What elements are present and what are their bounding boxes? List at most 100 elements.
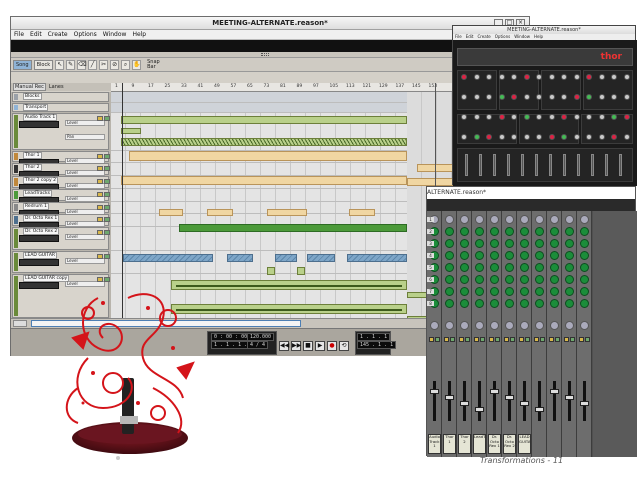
sequencer-lane[interactable] — [111, 92, 407, 103]
send-knob[interactable] — [445, 263, 454, 272]
channel-fader[interactable] — [475, 407, 484, 412]
send-knob[interactable] — [475, 251, 484, 260]
synth-slider[interactable] — [465, 154, 468, 176]
thor-title-bar[interactable]: MEETING-ALTERNATE.reason* — [453, 26, 635, 34]
magnify-tool-icon[interactable]: ⌕ — [121, 59, 131, 70]
synth-knob[interactable] — [473, 134, 480, 140]
send-knob[interactable] — [460, 215, 469, 224]
pan-knob[interactable] — [520, 321, 529, 330]
sequencer-clip[interactable] — [227, 254, 253, 262]
channel-solo-button[interactable] — [540, 337, 545, 342]
stop-button[interactable]: ■ — [303, 341, 313, 351]
pan-knob[interactable] — [490, 321, 499, 330]
track-header[interactable]: Transport — [12, 103, 109, 112]
send-knob[interactable] — [580, 299, 589, 308]
track-name[interactable]: Redrum 1 — [23, 203, 49, 210]
synth-knob[interactable] — [486, 114, 492, 120]
send-knob[interactable] — [580, 287, 589, 296]
record-button[interactable]: ● — [327, 341, 337, 351]
send-knob[interactable] — [535, 287, 544, 296]
synth-slider[interactable] — [479, 154, 482, 176]
sequencer-clip[interactable] — [307, 254, 335, 262]
pan-knob[interactable] — [565, 321, 574, 330]
mute-button[interactable] — [97, 230, 103, 235]
send-knob[interactable] — [475, 287, 484, 296]
solo-button[interactable] — [104, 154, 110, 159]
channel-mute-button[interactable] — [459, 337, 464, 342]
send-knob[interactable] — [565, 287, 574, 296]
send-knob[interactable] — [505, 275, 514, 284]
left-locator-display[interactable]: 1 . 1 . 1 — [357, 333, 391, 341]
solo-button[interactable] — [104, 230, 110, 235]
synth-knob[interactable] — [536, 94, 542, 100]
sequencer-clip[interactable] — [349, 209, 375, 216]
synth-knob[interactable] — [498, 114, 505, 120]
channel-fader[interactable] — [520, 401, 529, 406]
channel-name-label[interactable]: LeadTracks — [473, 434, 486, 454]
channel-fader[interactable] — [445, 395, 454, 400]
send-knob[interactable] — [490, 275, 499, 284]
send-knob[interactable] — [565, 227, 574, 236]
sequencer-clip[interactable] — [267, 209, 307, 216]
synth-knob[interactable] — [486, 94, 492, 100]
send-knob[interactable] — [580, 251, 589, 260]
sequencer-clip[interactable] — [121, 128, 141, 134]
send-knob[interactable] — [505, 215, 514, 224]
send-knob[interactable] — [580, 263, 589, 272]
synth-knob[interactable] — [598, 134, 605, 140]
send-knob[interactable] — [445, 215, 454, 224]
send-knob[interactable] — [490, 299, 499, 308]
send-knob[interactable] — [520, 287, 529, 296]
fast-forward-button[interactable]: ▶▶ — [291, 341, 301, 351]
synth-knob[interactable] — [486, 74, 492, 80]
channel-mute-button[interactable] — [444, 337, 449, 342]
send-knob[interactable] — [550, 215, 559, 224]
send-knob[interactable] — [490, 239, 499, 248]
sequencer-clip[interactable] — [159, 209, 183, 216]
synth-slider[interactable] — [577, 154, 580, 176]
channel-mute-button[interactable] — [579, 337, 584, 342]
synth-knob[interactable] — [461, 94, 467, 100]
channel-fader[interactable] — [460, 401, 469, 406]
send-knob[interactable] — [580, 239, 589, 248]
track-header[interactable]: Thor 1 Level — [12, 151, 110, 166]
synth-knob[interactable] — [498, 134, 505, 140]
send-knob[interactable] — [490, 287, 499, 296]
synth-knob[interactable] — [573, 74, 580, 80]
track-header[interactable]: Redrum 1 Level — [12, 202, 110, 217]
synth-knob[interactable] — [511, 74, 517, 80]
synth-knob[interactable] — [523, 134, 530, 140]
synth-knob[interactable] — [573, 94, 580, 100]
channel-mute-button[interactable] — [564, 337, 569, 342]
rewind-button[interactable]: ◀◀ — [279, 341, 289, 351]
synth-knob[interactable] — [511, 94, 517, 100]
synth-knob[interactable] — [473, 114, 480, 120]
channel-fader[interactable] — [430, 389, 439, 394]
send-knob[interactable] — [535, 275, 544, 284]
sequencer-clip[interactable] — [123, 254, 213, 262]
send-knob[interactable] — [505, 287, 514, 296]
send-knob[interactable] — [475, 263, 484, 272]
send-knob[interactable] — [475, 227, 484, 236]
synth-slider[interactable] — [507, 154, 510, 176]
hand-tool-icon[interactable]: ✋ — [132, 59, 142, 70]
send-knob[interactable] — [550, 227, 559, 236]
synth-knob[interactable] — [523, 114, 530, 120]
send-knob[interactable] — [550, 251, 559, 260]
synth-slider[interactable] — [591, 154, 594, 176]
channel-name-label[interactable]: Audio Track 1 — [428, 434, 441, 454]
menu-create[interactable]: Create — [48, 31, 68, 38]
synth-slider[interactable] — [563, 154, 566, 176]
send-knob[interactable] — [535, 239, 544, 248]
send-knob[interactable] — [520, 227, 529, 236]
mute-button[interactable] — [97, 217, 103, 222]
channel-mute-button[interactable] — [474, 337, 479, 342]
sequencer-clip[interactable] — [275, 254, 297, 262]
channel-fader[interactable] — [580, 401, 589, 406]
channel-solo-button[interactable] — [450, 337, 455, 342]
send-knob[interactable] — [445, 239, 454, 248]
track-header[interactable]: Dr. Octo Rex 2 Level — [12, 227, 110, 250]
channel-name-label[interactable]: Thor 1 — [443, 434, 456, 454]
send-knob[interactable] — [520, 263, 529, 272]
channel-solo-button[interactable] — [480, 337, 485, 342]
